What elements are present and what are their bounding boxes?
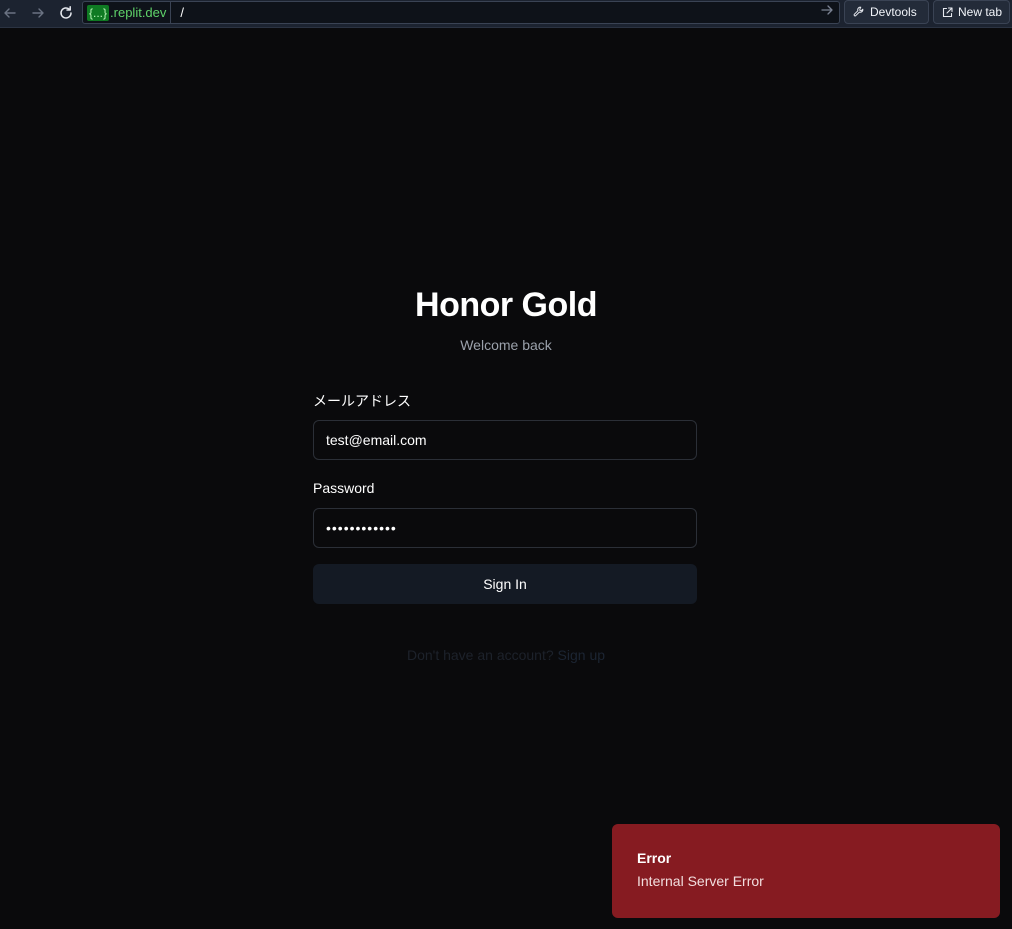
forward-button[interactable]: [26, 2, 50, 24]
app-subtitle: Welcome back: [460, 337, 552, 353]
app-title: Honor Gold: [415, 286, 597, 324]
sign-in-button[interactable]: Sign In: [313, 564, 697, 604]
signup-prompt-row: Don't have an account? Sign up: [0, 647, 1012, 663]
external-link-icon: [942, 6, 953, 18]
sign-up-link[interactable]: Sign up: [558, 647, 605, 663]
address-bar[interactable]: {...} .replit.dev: [82, 1, 840, 24]
reload-icon: [58, 5, 74, 21]
arrow-right-icon: [820, 3, 834, 22]
domain-badge: {...}: [87, 4, 110, 21]
domain-suffix: .replit.dev: [110, 5, 167, 20]
toast-title: Error: [637, 850, 672, 866]
reload-button[interactable]: [54, 2, 78, 24]
signup-prompt-text: Don't have an account?: [406, 647, 554, 663]
password-label: Password: [313, 480, 375, 496]
browser-toolbar: {...} .replit.dev Devtools New tab: [0, 0, 1012, 28]
email-label: メールアドレス: [313, 393, 411, 409]
devtools-label: Devtools: [870, 5, 917, 19]
new-tab-label: New tab: [958, 5, 1003, 19]
new-tab-button[interactable]: New tab: [933, 0, 1010, 24]
devtools-button[interactable]: Devtools: [844, 0, 929, 24]
password-input[interactable]: [313, 508, 697, 548]
wrench-icon: [853, 6, 865, 18]
url-path-input[interactable]: [171, 2, 815, 23]
email-input[interactable]: [313, 420, 697, 460]
domain-display: {...} .replit.dev: [83, 2, 172, 23]
arrow-left-icon: [3, 6, 17, 20]
go-button[interactable]: [815, 2, 839, 23]
back-button[interactable]: [0, 2, 22, 24]
arrow-right-icon: [31, 6, 45, 20]
toast-message: Internal Server Error: [637, 873, 764, 889]
error-toast[interactable]: Error Internal Server Error: [612, 824, 1000, 918]
